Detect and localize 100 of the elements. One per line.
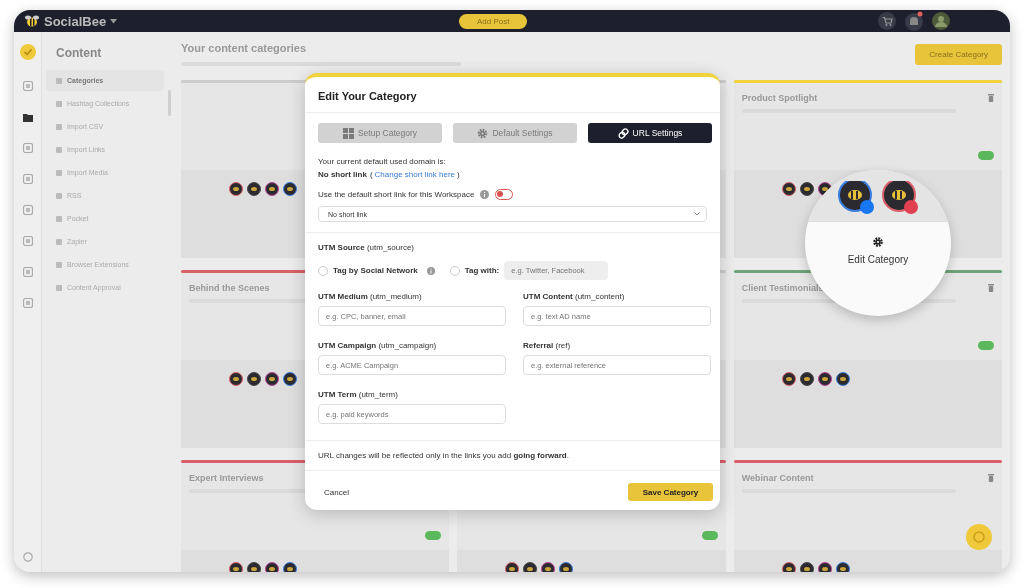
sidebar-title: Content — [55, 46, 103, 62]
item-icon — [56, 215, 62, 222]
avatar-icon — [247, 562, 261, 572]
utm-source-label: UTM Source (utm_source) — [318, 243, 416, 252]
cancel-button[interactable]: Cancel — [318, 483, 355, 501]
short-link-value: No short link — [318, 170, 367, 179]
card-title: Client Testimonials — [741, 283, 824, 293]
avatar-icon — [523, 562, 538, 572]
cart-icon[interactable] — [878, 12, 896, 30]
avatar-icon — [799, 182, 814, 196]
tab[interactable]: URL Settings — [588, 123, 712, 143]
nav-icon[interactable] — [22, 81, 33, 91]
avatar-icon — [283, 372, 297, 386]
avatar-icon[interactable] — [932, 12, 950, 30]
avatar-icon — [265, 372, 279, 386]
nav-icon[interactable] — [22, 205, 33, 215]
avatar-icon — [265, 182, 279, 196]
tab[interactable]: Default Settings — [453, 123, 577, 143]
field-label: Referral (ref) — [523, 341, 572, 350]
nav-icon[interactable] — [22, 143, 33, 153]
radio-button[interactable] — [318, 265, 328, 276]
card-title: Webinar Content — [741, 473, 814, 483]
short-link-toggle[interactable] — [495, 189, 514, 200]
active-toggle[interactable] — [701, 531, 718, 540]
item-icon — [56, 77, 62, 84]
trash-icon[interactable] — [988, 474, 994, 482]
info-icon — [480, 190, 490, 199]
avatar-icon — [799, 562, 814, 572]
card-title: Product Spotlight — [741, 93, 818, 103]
dialog-title: Edit Your Category — [305, 77, 720, 113]
domain-text: Your current default used domain is: — [318, 156, 447, 168]
avatar-icon — [835, 372, 850, 386]
trash-icon[interactable] — [988, 94, 994, 102]
radio-label: Tag by Social Network — [333, 266, 418, 275]
info-icon — [426, 266, 435, 275]
radio-button[interactable] — [449, 265, 460, 276]
nav-icon[interactable] — [22, 298, 33, 308]
card-title: Expert Interviews — [189, 473, 264, 483]
item-icon — [56, 123, 62, 130]
active-toggle[interactable] — [978, 341, 994, 350]
item-icon — [56, 146, 62, 153]
avatar-icon — [781, 372, 796, 386]
item-icon — [56, 100, 62, 107]
bee-logo-icon — [24, 14, 40, 28]
chat-icon[interactable] — [966, 524, 992, 550]
avatar-icon — [817, 562, 832, 572]
field-label: UTM Term (utm_term) — [318, 390, 399, 399]
avatar-icon — [541, 562, 556, 572]
card-title: Behind the Scenes — [189, 283, 270, 293]
add-post-button[interactable]: Add Post — [459, 13, 528, 29]
nav-icon[interactable] — [22, 236, 33, 246]
brand-name: SocialBee — [44, 13, 107, 29]
grid-icon — [342, 127, 354, 139]
avatar-icon — [265, 562, 279, 572]
gear-icon — [477, 127, 489, 139]
link-icon — [617, 127, 629, 139]
trash-icon[interactable] — [988, 284, 994, 292]
chevron-icon — [694, 212, 700, 216]
avatar-icon — [837, 181, 875, 215]
avatar-icon — [817, 372, 832, 386]
avatar-icon — [247, 372, 261, 386]
folder-icon[interactable] — [22, 112, 33, 122]
gear-icon — [872, 236, 884, 248]
avatar-icon — [559, 562, 574, 572]
help-icon[interactable] — [22, 552, 33, 562]
item-icon — [56, 169, 62, 176]
paren-text: ) — [457, 170, 460, 179]
active-toggle[interactable] — [978, 151, 994, 160]
toggle-label: Use the default short link for this Workspace — [318, 189, 475, 201]
create-category-button[interactable]: Create Category — [915, 44, 1002, 65]
item-icon — [56, 238, 62, 245]
check-icon[interactable] — [19, 44, 36, 60]
active-toggle[interactable] — [425, 531, 442, 540]
change-short-link-link[interactable]: Change short link here — [374, 168, 456, 181]
save-category-button[interactable]: Save Category — [628, 483, 713, 501]
field-label: UTM Medium (utm_medium) — [318, 292, 423, 301]
nav-icon[interactable] — [22, 174, 33, 184]
bell-icon[interactable] — [904, 11, 924, 31]
caret-icon[interactable] — [110, 18, 118, 24]
radio-label: Tag with: — [464, 266, 500, 275]
avatar-icon — [505, 562, 520, 572]
avatar-icon — [283, 182, 297, 196]
avatar-icon — [229, 372, 243, 386]
item-icon — [56, 284, 62, 291]
avatar-icon — [283, 562, 297, 572]
paren-text: ( — [369, 170, 373, 179]
avatar-icon — [781, 562, 796, 572]
page-title: Your content categories — [181, 42, 308, 54]
avatar-icon — [781, 182, 796, 196]
avatar-icon — [835, 562, 850, 572]
avatar-icon — [881, 181, 919, 215]
avatar-icon — [799, 372, 814, 386]
item-icon — [56, 192, 62, 199]
edit-category-action[interactable]: Edit Category — [841, 234, 915, 267]
avatar-icon — [229, 182, 243, 196]
tab[interactable]: Setup Category — [318, 123, 442, 143]
avatar-icon — [229, 562, 243, 572]
field-label: UTM Content (utm_content) — [523, 292, 626, 301]
nav-icon[interactable] — [22, 267, 33, 277]
info-note: URL changes will be reflected only in the links you add going forward. — [305, 440, 720, 471]
